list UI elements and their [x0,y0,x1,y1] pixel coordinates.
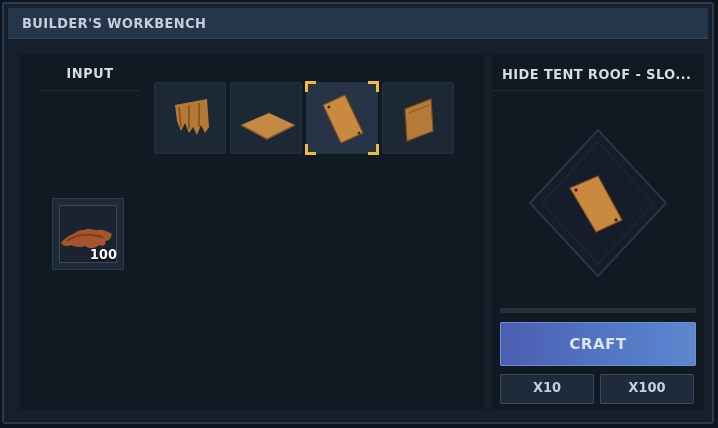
hide-tent-roof-icon [322,94,364,144]
recipe-slot-hide-tent-wall[interactable] [154,82,226,154]
hide-tent-wall-icon [175,99,209,135]
input-slot[interactable]: 100 [52,198,124,270]
hide-tent-door-icon [404,98,434,142]
input-header: INPUT [40,54,140,91]
craft-progress-bar [500,308,696,313]
divider [492,90,704,91]
recipe-slot-hide-tent-floor[interactable] [230,82,302,154]
craft-button[interactable]: CRAFT [500,322,696,366]
window-title: BUILDER'S WORKBENCH [22,17,207,32]
hide-tent-floor-icon [240,113,296,140]
input-label: INPUT [66,67,114,82]
recipe-slot-hide-tent-door[interactable] [382,82,454,154]
craft-x100-button[interactable]: X100 [600,374,694,404]
item-preview [528,128,668,278]
details-panel: HIDE TENT ROOF - SLO... CRAFT X10 X100 [492,54,704,410]
crafting-panel: INPUT 100 [20,54,484,410]
title-bar: BUILDER'S WORKBENCH [8,8,708,39]
craft-x10-button[interactable]: X10 [500,374,594,404]
input-quantity: 100 [89,248,117,263]
item-name: HIDE TENT ROOF - SLO... [502,68,692,83]
recipe-slot-hide-tent-roof-slope[interactable] [305,81,379,155]
workbench-window: BUILDER'S WORKBENCH INPUT 100 HIDE TENT … [2,2,714,424]
